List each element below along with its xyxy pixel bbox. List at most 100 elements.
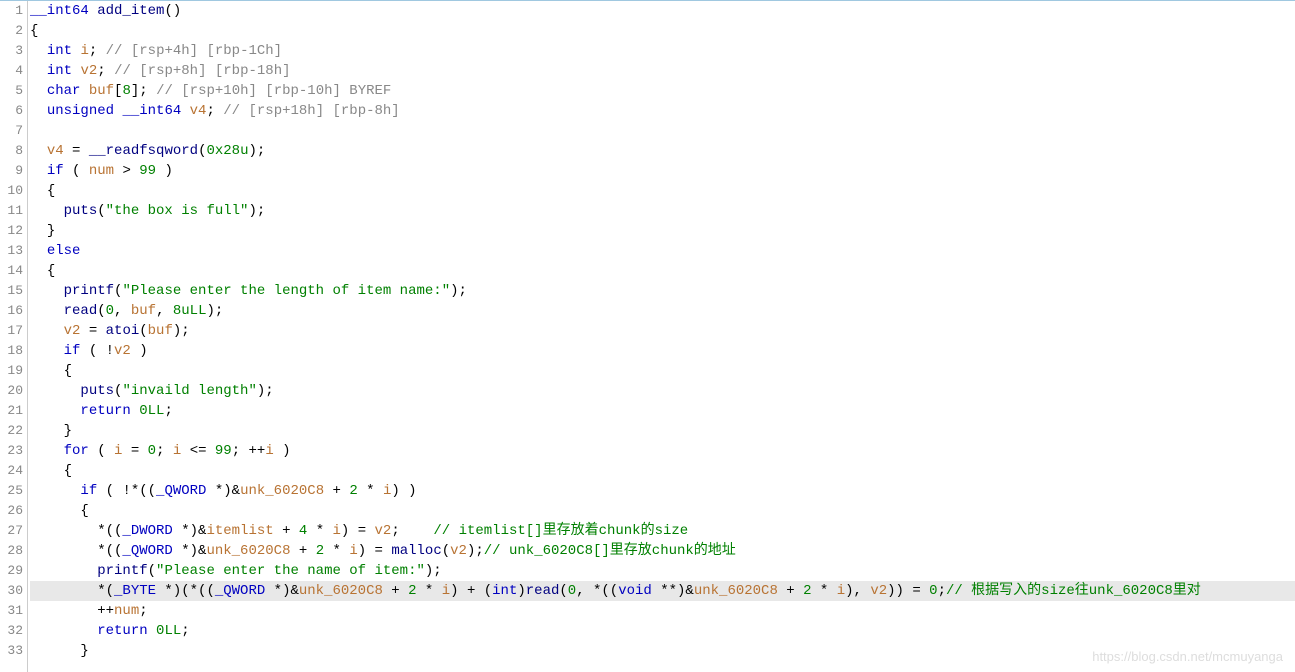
token-punct: ; bbox=[97, 63, 114, 79]
code-line[interactable]: } bbox=[30, 221, 1295, 241]
code-line[interactable]: ++num; bbox=[30, 601, 1295, 621]
code-line[interactable]: return 0LL; bbox=[30, 621, 1295, 641]
line-number: 13 bbox=[0, 241, 23, 261]
code-line[interactable]: printf("Please enter the length of item … bbox=[30, 281, 1295, 301]
code-line[interactable]: { bbox=[30, 261, 1295, 281]
code-line[interactable]: puts("the box is full"); bbox=[30, 201, 1295, 221]
code-line[interactable]: if ( num > 99 ) bbox=[30, 161, 1295, 181]
code-line[interactable]: } bbox=[30, 641, 1295, 661]
token-punct: { bbox=[47, 183, 55, 199]
code-line[interactable]: puts("invaild length"); bbox=[30, 381, 1295, 401]
token-punct: * bbox=[811, 583, 836, 599]
token-punct: *)& bbox=[206, 483, 240, 499]
line-number: 22 bbox=[0, 421, 23, 441]
code-line[interactable]: *(_BYTE *)(*((_QWORD *)&unk_6020C8 + 2 *… bbox=[30, 581, 1295, 601]
token-punct: ) + ( bbox=[450, 583, 492, 599]
code-line[interactable] bbox=[30, 121, 1295, 141]
token-plain bbox=[131, 403, 139, 419]
line-number: 24 bbox=[0, 461, 23, 481]
line-number: 18 bbox=[0, 341, 23, 361]
token-plain bbox=[30, 243, 47, 259]
code-line[interactable]: printf("Please enter the name of item:")… bbox=[30, 561, 1295, 581]
code-line[interactable]: { bbox=[30, 181, 1295, 201]
line-number: 16 bbox=[0, 301, 23, 321]
token-punct: > bbox=[114, 163, 139, 179]
token-var: v4 bbox=[190, 103, 207, 119]
code-line[interactable]: if ( !v2 ) bbox=[30, 341, 1295, 361]
token-punct: * bbox=[307, 523, 332, 539]
token-plain: *( bbox=[30, 583, 114, 599]
token-var: i bbox=[265, 443, 273, 459]
token-punct: ); bbox=[425, 563, 442, 579]
code-line[interactable]: int v2; // [rsp+8h] [rbp-18h] bbox=[30, 61, 1295, 81]
code-area[interactable]: __int64 add_item() { int i; // [rsp+4h] [… bbox=[28, 1, 1295, 672]
token-num: 2 bbox=[349, 483, 357, 499]
token-punct: * bbox=[358, 483, 383, 499]
token-punct: ); bbox=[450, 283, 467, 299]
token-punct: ( bbox=[442, 543, 450, 559]
token-punct: * bbox=[417, 583, 442, 599]
token-kw: int bbox=[47, 63, 72, 79]
token-plain bbox=[30, 263, 47, 279]
token-kw: char bbox=[47, 83, 81, 99]
token-punct: = bbox=[122, 443, 147, 459]
token-punct: ; bbox=[181, 623, 189, 639]
code-line[interactable]: else bbox=[30, 241, 1295, 261]
token-fn: puts bbox=[64, 203, 98, 219]
token-punct: * bbox=[324, 543, 349, 559]
token-var: buf bbox=[131, 303, 156, 319]
code-line[interactable]: { bbox=[30, 501, 1295, 521]
token-plain bbox=[80, 83, 88, 99]
token-fn: read bbox=[526, 583, 560, 599]
code-line[interactable]: *((_QWORD *)&unk_6020C8 + 2 * i) = mallo… bbox=[30, 541, 1295, 561]
token-punct: ; bbox=[938, 583, 946, 599]
code-line[interactable]: } bbox=[30, 421, 1295, 441]
code-line[interactable]: v2 = atoi(buf); bbox=[30, 321, 1295, 341]
token-punct: ); bbox=[206, 303, 223, 319]
token-str: "the box is full" bbox=[106, 203, 249, 219]
token-punct: ( bbox=[148, 563, 156, 579]
line-number: 1 bbox=[0, 1, 23, 21]
token-plain bbox=[30, 143, 47, 159]
code-line[interactable]: { bbox=[30, 21, 1295, 41]
token-fn: printf bbox=[97, 563, 147, 579]
token-num: 8uLL bbox=[173, 303, 207, 319]
line-number: 17 bbox=[0, 321, 23, 341]
line-number: 32 bbox=[0, 621, 23, 641]
token-num: 0 bbox=[929, 583, 937, 599]
code-line[interactable]: __int64 add_item() bbox=[30, 1, 1295, 21]
token-fn: add_item bbox=[97, 3, 164, 19]
token-punct: { bbox=[30, 23, 38, 39]
token-punct: **)& bbox=[652, 583, 694, 599]
token-plain bbox=[89, 3, 97, 19]
token-punct: ) = bbox=[358, 543, 392, 559]
token-kw: for bbox=[64, 443, 89, 459]
token-fn: atoi bbox=[106, 323, 140, 339]
code-line[interactable]: unsigned __int64 v4; // [rsp+18h] [rbp-8… bbox=[30, 101, 1295, 121]
token-punct: *)(*(( bbox=[156, 583, 215, 599]
code-line[interactable]: char buf[8]; // [rsp+10h] [rbp-10h] BYRE… bbox=[30, 81, 1295, 101]
code-line[interactable]: int i; // [rsp+4h] [rbp-1Ch] bbox=[30, 41, 1295, 61]
token-punct: ); bbox=[173, 323, 190, 339]
token-num: 0LL bbox=[156, 623, 181, 639]
token-plain bbox=[30, 203, 64, 219]
token-var: unk_6020C8 bbox=[694, 583, 778, 599]
token-punct: } bbox=[80, 643, 88, 659]
code-line[interactable]: return 0LL; bbox=[30, 401, 1295, 421]
token-num: 2 bbox=[316, 543, 324, 559]
code-line[interactable]: if ( !*((_QWORD *)&unk_6020C8 + 2 * i) ) bbox=[30, 481, 1295, 501]
code-line[interactable]: { bbox=[30, 461, 1295, 481]
token-punct: ); bbox=[248, 203, 265, 219]
code-line[interactable]: read(0, buf, 8uLL); bbox=[30, 301, 1295, 321]
token-var: v2 bbox=[114, 343, 131, 359]
line-number: 3 bbox=[0, 41, 23, 61]
code-line[interactable]: *((_DWORD *)&itemlist + 4 * i) = v2; // … bbox=[30, 521, 1295, 541]
code-line[interactable]: { bbox=[30, 361, 1295, 381]
code-line[interactable]: v4 = __readfsqword(0x28u); bbox=[30, 141, 1295, 161]
code-editor[interactable]: 1234567891011121314151617181920212223242… bbox=[0, 0, 1295, 672]
token-punct: *)& bbox=[265, 583, 299, 599]
token-punct: ); bbox=[467, 543, 484, 559]
code-line[interactable]: for ( i = 0; i <= 99; ++i ) bbox=[30, 441, 1295, 461]
token-var: v2 bbox=[64, 323, 81, 339]
token-plain bbox=[30, 63, 47, 79]
